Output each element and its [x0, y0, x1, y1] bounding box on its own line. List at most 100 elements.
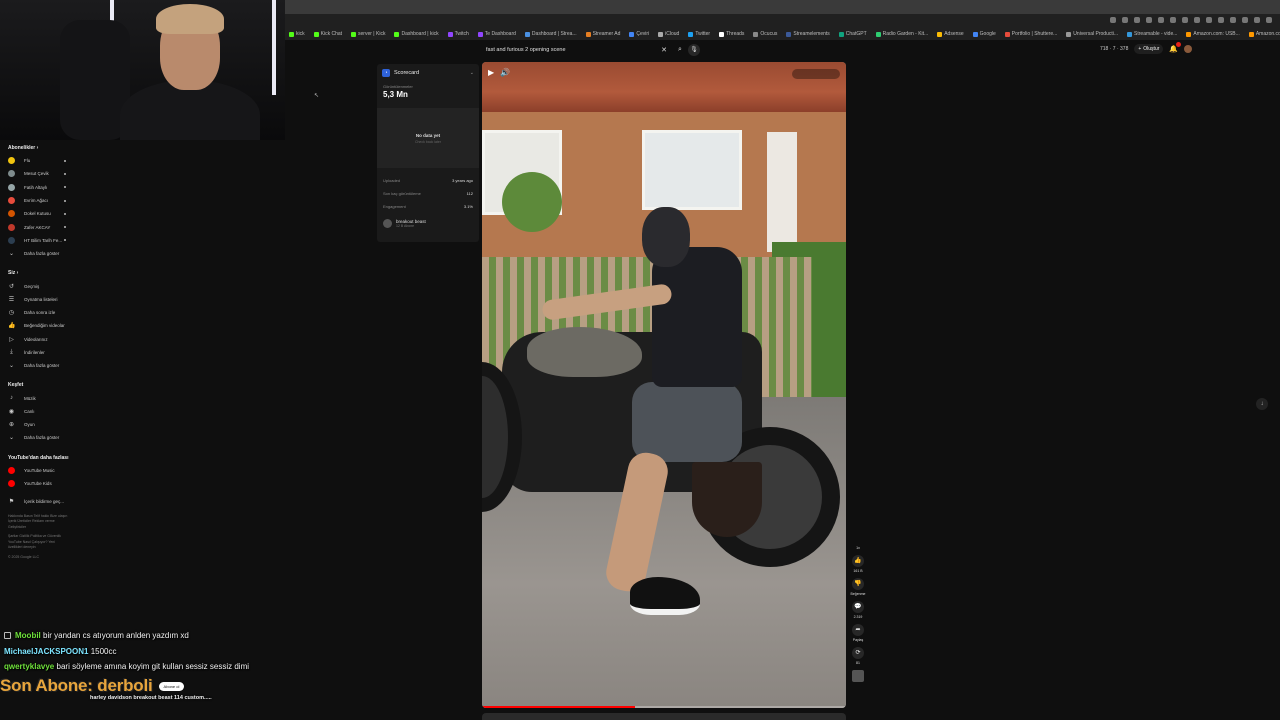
create-button[interactable]: + Oluştur	[1134, 44, 1164, 54]
bookmark-item[interactable]: Portfolio | Shuttere...	[1004, 31, 1057, 37]
bookmark-item[interactable]: Kick Chat	[313, 31, 342, 37]
bookmark-item[interactable]: iCloud	[658, 31, 679, 37]
bookmark-item[interactable]: Radio Garden - Kit...	[875, 31, 928, 37]
you-heading[interactable]: Siz ›	[0, 267, 80, 279]
share-button[interactable]: ➦ Paylaş	[852, 624, 864, 642]
bookmark-item[interactable]: Dashboard | kick	[394, 31, 439, 37]
bookmark-item[interactable]: Streamable - vide...	[1127, 31, 1177, 37]
sidebar-item[interactable]: Dokel Kutusu	[0, 207, 80, 220]
bookmark-item[interactable]: Te Dashboard	[477, 31, 516, 37]
arrow-down-icon[interactable]: ↓	[1256, 398, 1268, 410]
bookmark-item[interactable]: Ocucus	[753, 31, 777, 37]
sidebar-item-label: Beğendiğim videolar	[24, 323, 65, 329]
sidebar-item[interactable]: YouTube Music	[0, 464, 80, 477]
mic-icon[interactable]: 🎙	[688, 43, 700, 56]
channel-avatar-icon	[8, 170, 15, 178]
progress-bar[interactable]	[482, 706, 846, 708]
subscriptions-heading[interactable]: Abonelikler ›	[0, 142, 80, 154]
extension-icon[interactable]	[1170, 17, 1176, 23]
subscriptions-show-more[interactable]: ⌄ Daha fazla göster	[0, 247, 80, 260]
bookmark-item[interactable]: server | Kick	[351, 31, 385, 37]
rider-head	[642, 207, 690, 267]
extension-icon[interactable]	[1110, 17, 1116, 23]
extension-icon[interactable]	[1194, 17, 1200, 23]
search-bar[interactable]: fast and furious 2 opening scene ✕ ⌕ 🎙	[480, 43, 700, 56]
bookmark-label: Dashboard | Strea...	[531, 31, 577, 37]
sidebar-item-report[interactable]: ⚑ İçerik bildirme geç...	[0, 495, 80, 508]
scorecard-chart-area: No data yet Check back later	[377, 108, 479, 168]
sidebar-item[interactable]: ↺ Geçmiş	[0, 279, 80, 292]
sidebar-item[interactable]: ⌄ Daha fazla göster	[0, 359, 80, 372]
extension-icon[interactable]	[1122, 17, 1128, 23]
bookmark-item[interactable]: kick	[289, 31, 305, 37]
sidebar-item[interactable]: ◷ Daha sonra izle	[0, 306, 80, 319]
bookmark-item[interactable]: Amazon.com: USB...	[1186, 31, 1240, 37]
sidebar-item[interactable]: Flu	[0, 154, 80, 167]
sound-thumbnail[interactable]	[852, 670, 864, 682]
notifications-bell-icon[interactable]: 🔔	[1169, 42, 1182, 53]
player-top-right-controls[interactable]	[792, 69, 840, 79]
bookmark-item[interactable]: Çeviri	[629, 31, 649, 37]
bookmark-item[interactable]: Amazon.com: NOV...	[1248, 31, 1280, 37]
sidebar-item[interactable]: ▷ Videolarınız	[0, 333, 80, 346]
extension-icon[interactable]	[1266, 17, 1272, 23]
sidebar-item-label: Mesut Çevik	[24, 171, 49, 177]
bookmark-item[interactable]: Twitch	[447, 31, 469, 37]
sidebar-item[interactable]: ☰ Oynatma listeleri	[0, 293, 80, 306]
bookmark-label: Te Dashboard	[484, 31, 516, 37]
bookmark-item[interactable]: Twitter	[688, 31, 710, 37]
extension-icon[interactable]	[1242, 17, 1248, 23]
sidebar-item[interactable]: Evrim Ağacı	[0, 194, 80, 207]
bookmark-item[interactable]: Streamelements	[786, 31, 830, 37]
search-input[interactable]: fast and furious 2 opening scene	[480, 47, 656, 53]
extension-icon[interactable]	[1158, 17, 1164, 23]
sidebar-item[interactable]: ⤓ İndirilenler	[0, 346, 80, 359]
subscribe-button[interactable]: Abone ol	[158, 681, 185, 691]
bookmark-item[interactable]: Adsense	[937, 31, 964, 37]
extension-icon[interactable]	[1146, 17, 1152, 23]
sidebar-item[interactable]: ⊕ Oyun	[0, 418, 80, 431]
sidebar-item[interactable]: Mesut Çevik	[0, 167, 80, 180]
comment-button[interactable]: 💬 2.319	[852, 601, 864, 619]
extension-icon[interactable]	[1206, 17, 1212, 23]
channel-avatar[interactable]	[383, 219, 392, 228]
sidebar-item[interactable]: Zafer AKCAY	[0, 220, 80, 233]
volume-icon[interactable]: 🔊	[500, 68, 510, 77]
search-icon[interactable]: ⌕	[672, 46, 688, 54]
bookmark-item[interactable]: Universal Producti...	[1066, 31, 1118, 37]
chevron-down-icon[interactable]: ⌄	[470, 70, 474, 76]
extension-icon[interactable]	[1254, 17, 1260, 23]
extension-icon[interactable]	[1134, 17, 1140, 23]
saddlebag	[692, 462, 762, 537]
sidebar-item[interactable]: YouTube Kids	[0, 477, 80, 490]
remix-button[interactable]: ⟳ 81	[852, 647, 864, 665]
sidebar-item[interactable]: ⌄ Daha fazla göster	[0, 431, 80, 444]
avatar[interactable]	[1184, 45, 1193, 53]
extension-icon[interactable]	[1230, 17, 1236, 23]
footer-links[interactable]: Hakkında Basın Telif hakkı Bize ulaşın İ…	[0, 514, 70, 531]
bookmark-item[interactable]: Google	[972, 31, 996, 37]
bookmark-label: Amazon.com: USB...	[1193, 31, 1240, 37]
bookmark-item[interactable]: Dashboard | Strea...	[524, 31, 577, 37]
bookmark-item[interactable]: Streamer Ad	[585, 31, 620, 37]
bookmark-label: Dashboard | kick	[401, 31, 439, 37]
footer-links-2[interactable]: Şartlar Gizlilik Politika ve Güvenlik Yo…	[0, 534, 70, 551]
play-icon[interactable]: ▶	[488, 68, 494, 77]
browser-extensions[interactable]	[1110, 17, 1272, 23]
close-icon[interactable]: ✕	[656, 46, 672, 54]
extension-icon[interactable]	[1182, 17, 1188, 23]
next-short-preview[interactable]	[482, 713, 846, 720]
dislike-button[interactable]: 👎 Beğenme	[851, 578, 865, 596]
sidebar-item[interactable]: ♪ Müzik	[0, 391, 80, 404]
sidebar-item[interactable]: ◉ Canlı	[0, 405, 80, 418]
sidebar-item[interactable]: Fatih Altaylı	[0, 181, 80, 194]
sidebar-item[interactable]: 👍 Beğendiğim videolar	[0, 319, 80, 332]
extension-icon[interactable]	[1218, 17, 1224, 23]
channel-row[interactable]: breakout beast 12 B Abone	[377, 213, 479, 228]
sidebar-item[interactable]: HT Bilim Tarih Fe...	[0, 234, 80, 247]
like-button[interactable]: 👍 161 B	[852, 555, 864, 573]
bookmark-item[interactable]: ChatGPT	[838, 31, 867, 37]
bookmark-item[interactable]: Threads	[719, 31, 744, 37]
shorts-video-player[interactable]: ▶ 🔊	[482, 62, 846, 708]
bookmark-label: Amazon.com: NOV...	[1255, 31, 1280, 37]
